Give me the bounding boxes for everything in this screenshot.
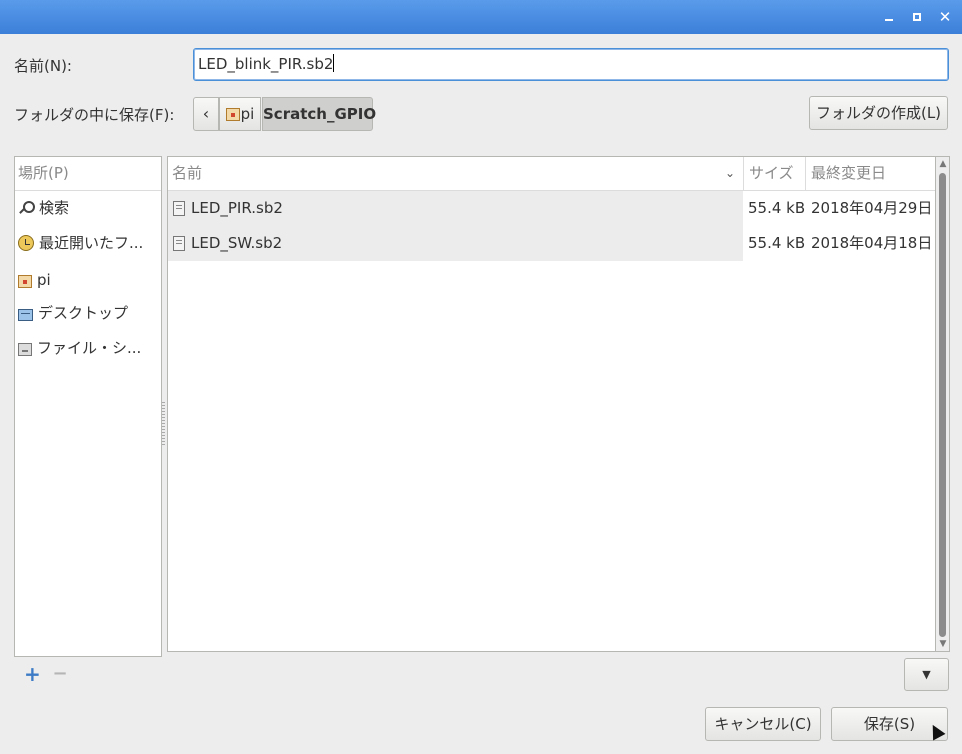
- cancel-label: キャンセル(C): [714, 715, 812, 733]
- create-folder-button[interactable]: フォルダの作成(L): [809, 96, 948, 130]
- sidebar-item-search[interactable]: 検索: [18, 191, 158, 225]
- remove-bookmark-button[interactable]: −: [52, 665, 68, 683]
- file-size: 55.4 kB: [748, 199, 806, 217]
- close-icon: ✕: [938, 8, 952, 26]
- file-name: LED_SW.sb2: [191, 234, 283, 252]
- sidebar-item-label: ファイル・シ...: [37, 339, 142, 357]
- sidebar-item-filesystem[interactable]: ファイル・シ...: [18, 331, 158, 365]
- filename-input[interactable]: LED_blink_PIR.sb2: [193, 48, 949, 81]
- scroll-up-icon[interactable]: ▲: [938, 159, 948, 169]
- file-list-header: 名前 ⌄ サイズ 最終変更日: [168, 157, 935, 191]
- save-in-label: フォルダの中に保存(F):: [14, 106, 175, 124]
- file-modified: 2018年04月29日: [811, 199, 933, 217]
- chevron-left-icon: ‹: [202, 104, 210, 123]
- places-header: 場所(P): [15, 157, 161, 191]
- file-size: 55.4 kB: [748, 234, 806, 252]
- sidebar-item-label: pi: [37, 271, 51, 289]
- maximize-icon: [913, 13, 921, 21]
- create-folder-label: フォルダの作成(L): [815, 104, 942, 122]
- sidebar-item-label: デスクトップ: [38, 304, 129, 322]
- pane-splitter-handle[interactable]: [162, 402, 165, 446]
- file-name: LED_PIR.sb2: [191, 199, 283, 217]
- title-bar: ✕: [0, 0, 962, 34]
- path-segment-label: pi: [240, 105, 255, 123]
- scrollbar-thumb[interactable]: [939, 173, 946, 637]
- sidebar-item-desktop[interactable]: デスクトップ: [18, 296, 158, 330]
- close-button[interactable]: ✕: [936, 8, 954, 26]
- sidebar-item-pi[interactable]: pi: [18, 263, 158, 297]
- recent-icon: [18, 235, 34, 251]
- filename-value: LED_blink_PIR.sb2: [198, 55, 334, 73]
- sidebar-item-recent[interactable]: 最近開いたフ...: [18, 226, 158, 260]
- table-row[interactable]: LED_PIR.sb2 55.4 kB 2018年04月29日: [168, 191, 935, 226]
- file-modified: 2018年04月18日: [811, 234, 933, 252]
- text-caret: [333, 54, 335, 72]
- column-header-size[interactable]: サイズ: [743, 157, 806, 190]
- name-label: 名前(N):: [14, 57, 72, 75]
- home-folder-icon: [18, 275, 32, 288]
- dropdown-arrow-icon: ▼: [922, 668, 931, 681]
- column-header-modified[interactable]: 最終変更日: [805, 157, 935, 190]
- scroll-down-icon[interactable]: ▼: [938, 639, 948, 649]
- vertical-scrollbar[interactable]: ▲ ▼: [936, 156, 950, 652]
- file-type-filter-dropdown[interactable]: ▼: [904, 658, 949, 691]
- path-segment-label: Scratch_GPIO: [263, 105, 377, 123]
- desktop-icon: [18, 309, 33, 321]
- path-back-button[interactable]: ‹: [193, 97, 219, 131]
- path-segment-pi[interactable]: pi: [219, 97, 261, 131]
- sidebar-item-label: 検索: [39, 199, 70, 217]
- maximize-button[interactable]: [908, 8, 926, 26]
- table-row[interactable]: LED_SW.sb2 55.4 kB 2018年04月18日: [168, 226, 935, 261]
- sidebar-item-label: 最近開いたフ...: [39, 234, 144, 252]
- filesystem-icon: [18, 343, 32, 356]
- file-list: 名前 ⌄ サイズ 最終変更日 LED_PIR.sb2 55.4 kB 2018年…: [167, 156, 936, 652]
- cancel-button[interactable]: キャンセル(C): [705, 707, 821, 741]
- path-segment-current[interactable]: Scratch_GPIO: [262, 97, 377, 131]
- places-sidebar: 場所(P) 検索 最近開いたフ... pi デスクトップ ファイル・シ...: [14, 156, 162, 657]
- home-folder-icon: [225, 108, 240, 121]
- sort-descending-icon: ⌄: [725, 166, 736, 180]
- column-header-name[interactable]: 名前: [172, 157, 202, 190]
- minimize-button[interactable]: [880, 8, 898, 26]
- minimize-icon: [885, 19, 893, 21]
- add-bookmark-button[interactable]: +: [24, 664, 41, 684]
- document-icon: [173, 201, 185, 216]
- save-label: 保存(S): [863, 715, 916, 733]
- search-icon: [18, 200, 35, 216]
- document-icon: [173, 236, 185, 251]
